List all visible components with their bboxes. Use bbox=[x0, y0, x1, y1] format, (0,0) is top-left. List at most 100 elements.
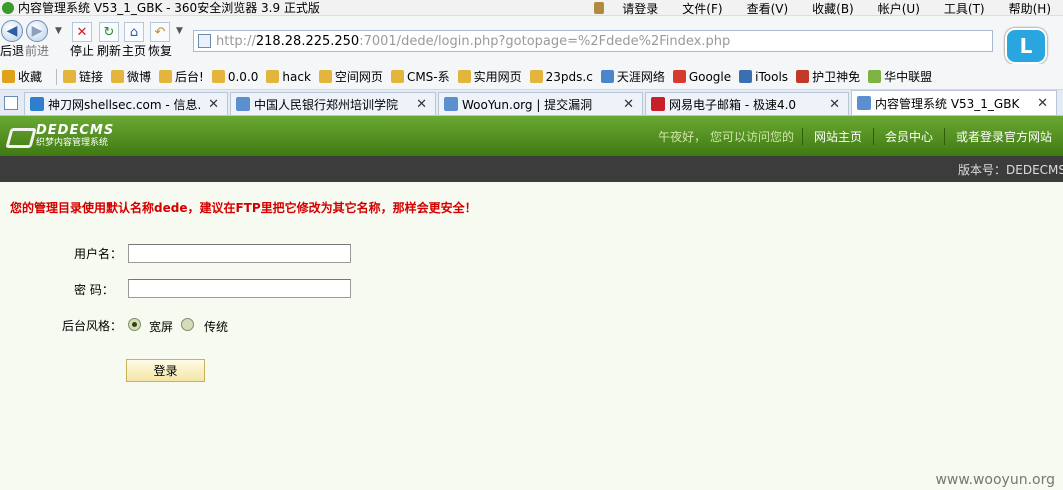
tab-label: 神刀网shellsec.com - 信息... bbox=[48, 97, 201, 112]
forward-arrow-icon: ▶ bbox=[26, 20, 48, 42]
tab-close-icon[interactable]: ✕ bbox=[1037, 96, 1048, 111]
nav-site-home[interactable]: 网站主页 bbox=[801, 127, 873, 145]
favorite-item[interactable]: 华中联盟 bbox=[868, 68, 932, 85]
login-icon bbox=[594, 2, 605, 14]
refresh-label: 刷新 bbox=[97, 44, 122, 58]
nav-official-login[interactable]: 或者登录官方网站 bbox=[943, 127, 1063, 145]
favorite-label: 华中联盟 bbox=[884, 70, 933, 84]
menu-bar: 请登录 文件(F) 查看(V) 收藏(B) 帐户(U) 工具(T) 帮助(H) bbox=[594, 0, 1063, 16]
watermark-text: www.wooyun.org bbox=[935, 472, 1055, 488]
browser-tab[interactable]: WooYun.org | 提交漏洞 ✕ bbox=[438, 92, 643, 115]
cms-logo: DEDECMS 织梦内容管理系统 bbox=[6, 124, 114, 148]
browser-logo-icon bbox=[2, 1, 14, 14]
url-text[interactable]: http://218.28.225.250:7001/dede/login.ph… bbox=[216, 34, 730, 49]
tab-label: WooYun.org | 提交漏洞 bbox=[462, 97, 593, 112]
style-wide-radio[interactable] bbox=[128, 318, 141, 331]
tab-bar: 神刀网shellsec.com - 信息... ✕ 中国人民银行郑州培训学院 ✕ Woo… bbox=[0, 90, 1063, 116]
favorite-label: 0.0.0 bbox=[227, 69, 259, 84]
favorite-label: 链接 bbox=[79, 70, 104, 84]
tab-label: 内容管理系统 V53_1_GBK bbox=[875, 96, 1020, 111]
back-button[interactable]: ◀ 后退 bbox=[0, 20, 24, 59]
tab-label: 网易电子邮箱 - 极速4.0 bbox=[669, 97, 797, 112]
folder-icon bbox=[739, 70, 753, 83]
favorite-label: 空间网页 bbox=[334, 70, 383, 84]
account-badge[interactable]: L bbox=[1005, 28, 1047, 64]
window-title: 内容管理系统 V53_1_GBK - 360安全浏览器 3.9 正式版 bbox=[18, 1, 320, 15]
style-label: 后台风格： bbox=[62, 319, 123, 333]
tab-favicon-icon bbox=[857, 96, 871, 110]
tab-list-icon[interactable] bbox=[4, 96, 18, 110]
refresh-icon: ↻ bbox=[99, 22, 119, 42]
style-classic-radio[interactable] bbox=[181, 318, 194, 331]
address-bar[interactable]: http://218.28.225.250:7001/dede/login.ph… bbox=[193, 30, 993, 52]
username-label: 用户名： bbox=[74, 247, 123, 261]
favorite-item[interactable]: 后台! bbox=[159, 68, 204, 85]
favorite-label: 后台! bbox=[175, 70, 204, 84]
favorite-item[interactable]: 微博 bbox=[111, 68, 151, 85]
tab-favicon-icon bbox=[651, 97, 665, 111]
folder-icon bbox=[672, 70, 686, 83]
favorite-item[interactable]: iTools bbox=[739, 70, 788, 84]
stop-button[interactable]: ✕ 停止 bbox=[70, 22, 94, 59]
forward-button[interactable]: ▶ 前进 bbox=[25, 20, 49, 59]
back-label: 后退 bbox=[0, 44, 25, 58]
menu-help[interactable]: 帮助(H) bbox=[997, 0, 1063, 17]
nav-member-center[interactable]: 会员中心 bbox=[872, 127, 944, 145]
style-wide-label: 宽屏 bbox=[149, 320, 174, 334]
favorite-item[interactable]: 0.0.0 bbox=[211, 69, 259, 84]
restore-dropdown-icon[interactable]: ▼ bbox=[176, 26, 183, 36]
favorite-item[interactable]: 23pds.c bbox=[529, 69, 593, 84]
tab-favicon-icon bbox=[236, 97, 250, 111]
menu-favorites[interactable]: 收藏(B) bbox=[800, 0, 866, 17]
favorite-label: CMS-系 bbox=[406, 70, 450, 84]
favorite-label: Google bbox=[688, 69, 732, 84]
favorite-item[interactable]: 实用网页 bbox=[457, 68, 522, 85]
history-dropdown-icon[interactable]: ▼ bbox=[55, 26, 62, 36]
menu-file[interactable]: 文件(F) bbox=[670, 0, 734, 17]
menu-tools[interactable]: 工具(T) bbox=[932, 0, 997, 17]
favorite-item[interactable]: hack bbox=[266, 70, 311, 84]
login-area: 您的管理目录使用默认名称dede，建议在FTP里把它修改为其它名称，那样会更安全… bbox=[0, 182, 1063, 490]
favorite-item[interactable]: 护卫神免 bbox=[796, 68, 860, 85]
folder-icon bbox=[457, 70, 471, 83]
stop-label: 停止 bbox=[70, 44, 95, 58]
tab-label: 中国人民银行郑州培训学院 bbox=[254, 97, 399, 112]
browser-tab[interactable]: 神刀网shellsec.com - 信息... ✕ bbox=[24, 92, 228, 115]
folder-icon bbox=[390, 70, 404, 83]
tab-close-icon[interactable]: ✕ bbox=[623, 97, 634, 112]
tab-close-icon[interactable]: ✕ bbox=[829, 97, 840, 112]
favorite-label: 23pds.c bbox=[545, 69, 593, 84]
restore-button[interactable]: ↶ 恢复 bbox=[148, 22, 172, 59]
favorite-item[interactable]: 链接 bbox=[63, 68, 103, 85]
browser-tab[interactable]: 网易电子邮箱 - 极速4.0 ✕ bbox=[645, 92, 849, 115]
favorite-item[interactable]: 空间网页 bbox=[318, 68, 383, 85]
folder-icon bbox=[111, 70, 125, 83]
login-button[interactable]: 登录 bbox=[126, 359, 205, 382]
greeting-text: 午夜好， 您可以访问您的 bbox=[658, 129, 794, 144]
favorite-label: 实用网页 bbox=[473, 70, 522, 84]
browser-tab[interactable]: 内容管理系统 V53_1_GBK ✕ bbox=[851, 90, 1057, 115]
password-input[interactable] bbox=[128, 279, 351, 298]
folder-icon bbox=[796, 70, 810, 83]
favorite-item[interactable]: CMS-系 bbox=[390, 68, 450, 85]
refresh-button[interactable]: ↻ 刷新 bbox=[97, 22, 121, 59]
favorite-label: iTools bbox=[755, 69, 789, 84]
back-arrow-icon: ◀ bbox=[1, 20, 23, 42]
favorite-item[interactable]: Google bbox=[672, 69, 732, 84]
menu-login[interactable]: 请登录 bbox=[610, 0, 670, 17]
username-input[interactable] bbox=[128, 244, 351, 263]
favorite-item[interactable]: 收藏 bbox=[2, 68, 42, 85]
folder-icon bbox=[159, 70, 173, 83]
menu-account[interactable]: 帐户(U) bbox=[866, 0, 932, 17]
tab-favicon-icon bbox=[30, 97, 44, 111]
favorites-separator bbox=[56, 68, 58, 85]
menu-view[interactable]: 查看(V) bbox=[735, 0, 801, 17]
dedecms-logo-icon bbox=[6, 125, 32, 147]
home-button[interactable]: ⌂ 主页 bbox=[122, 22, 146, 59]
tab-close-icon[interactable]: ✕ bbox=[416, 97, 427, 112]
home-icon: ⌂ bbox=[124, 22, 144, 42]
favorite-item[interactable]: 天涯网络 bbox=[600, 68, 665, 85]
password-label: 密 码： bbox=[74, 283, 114, 297]
browser-tab[interactable]: 中国人民银行郑州培训学院 ✕ bbox=[230, 92, 436, 115]
tab-close-icon[interactable]: ✕ bbox=[208, 97, 219, 112]
